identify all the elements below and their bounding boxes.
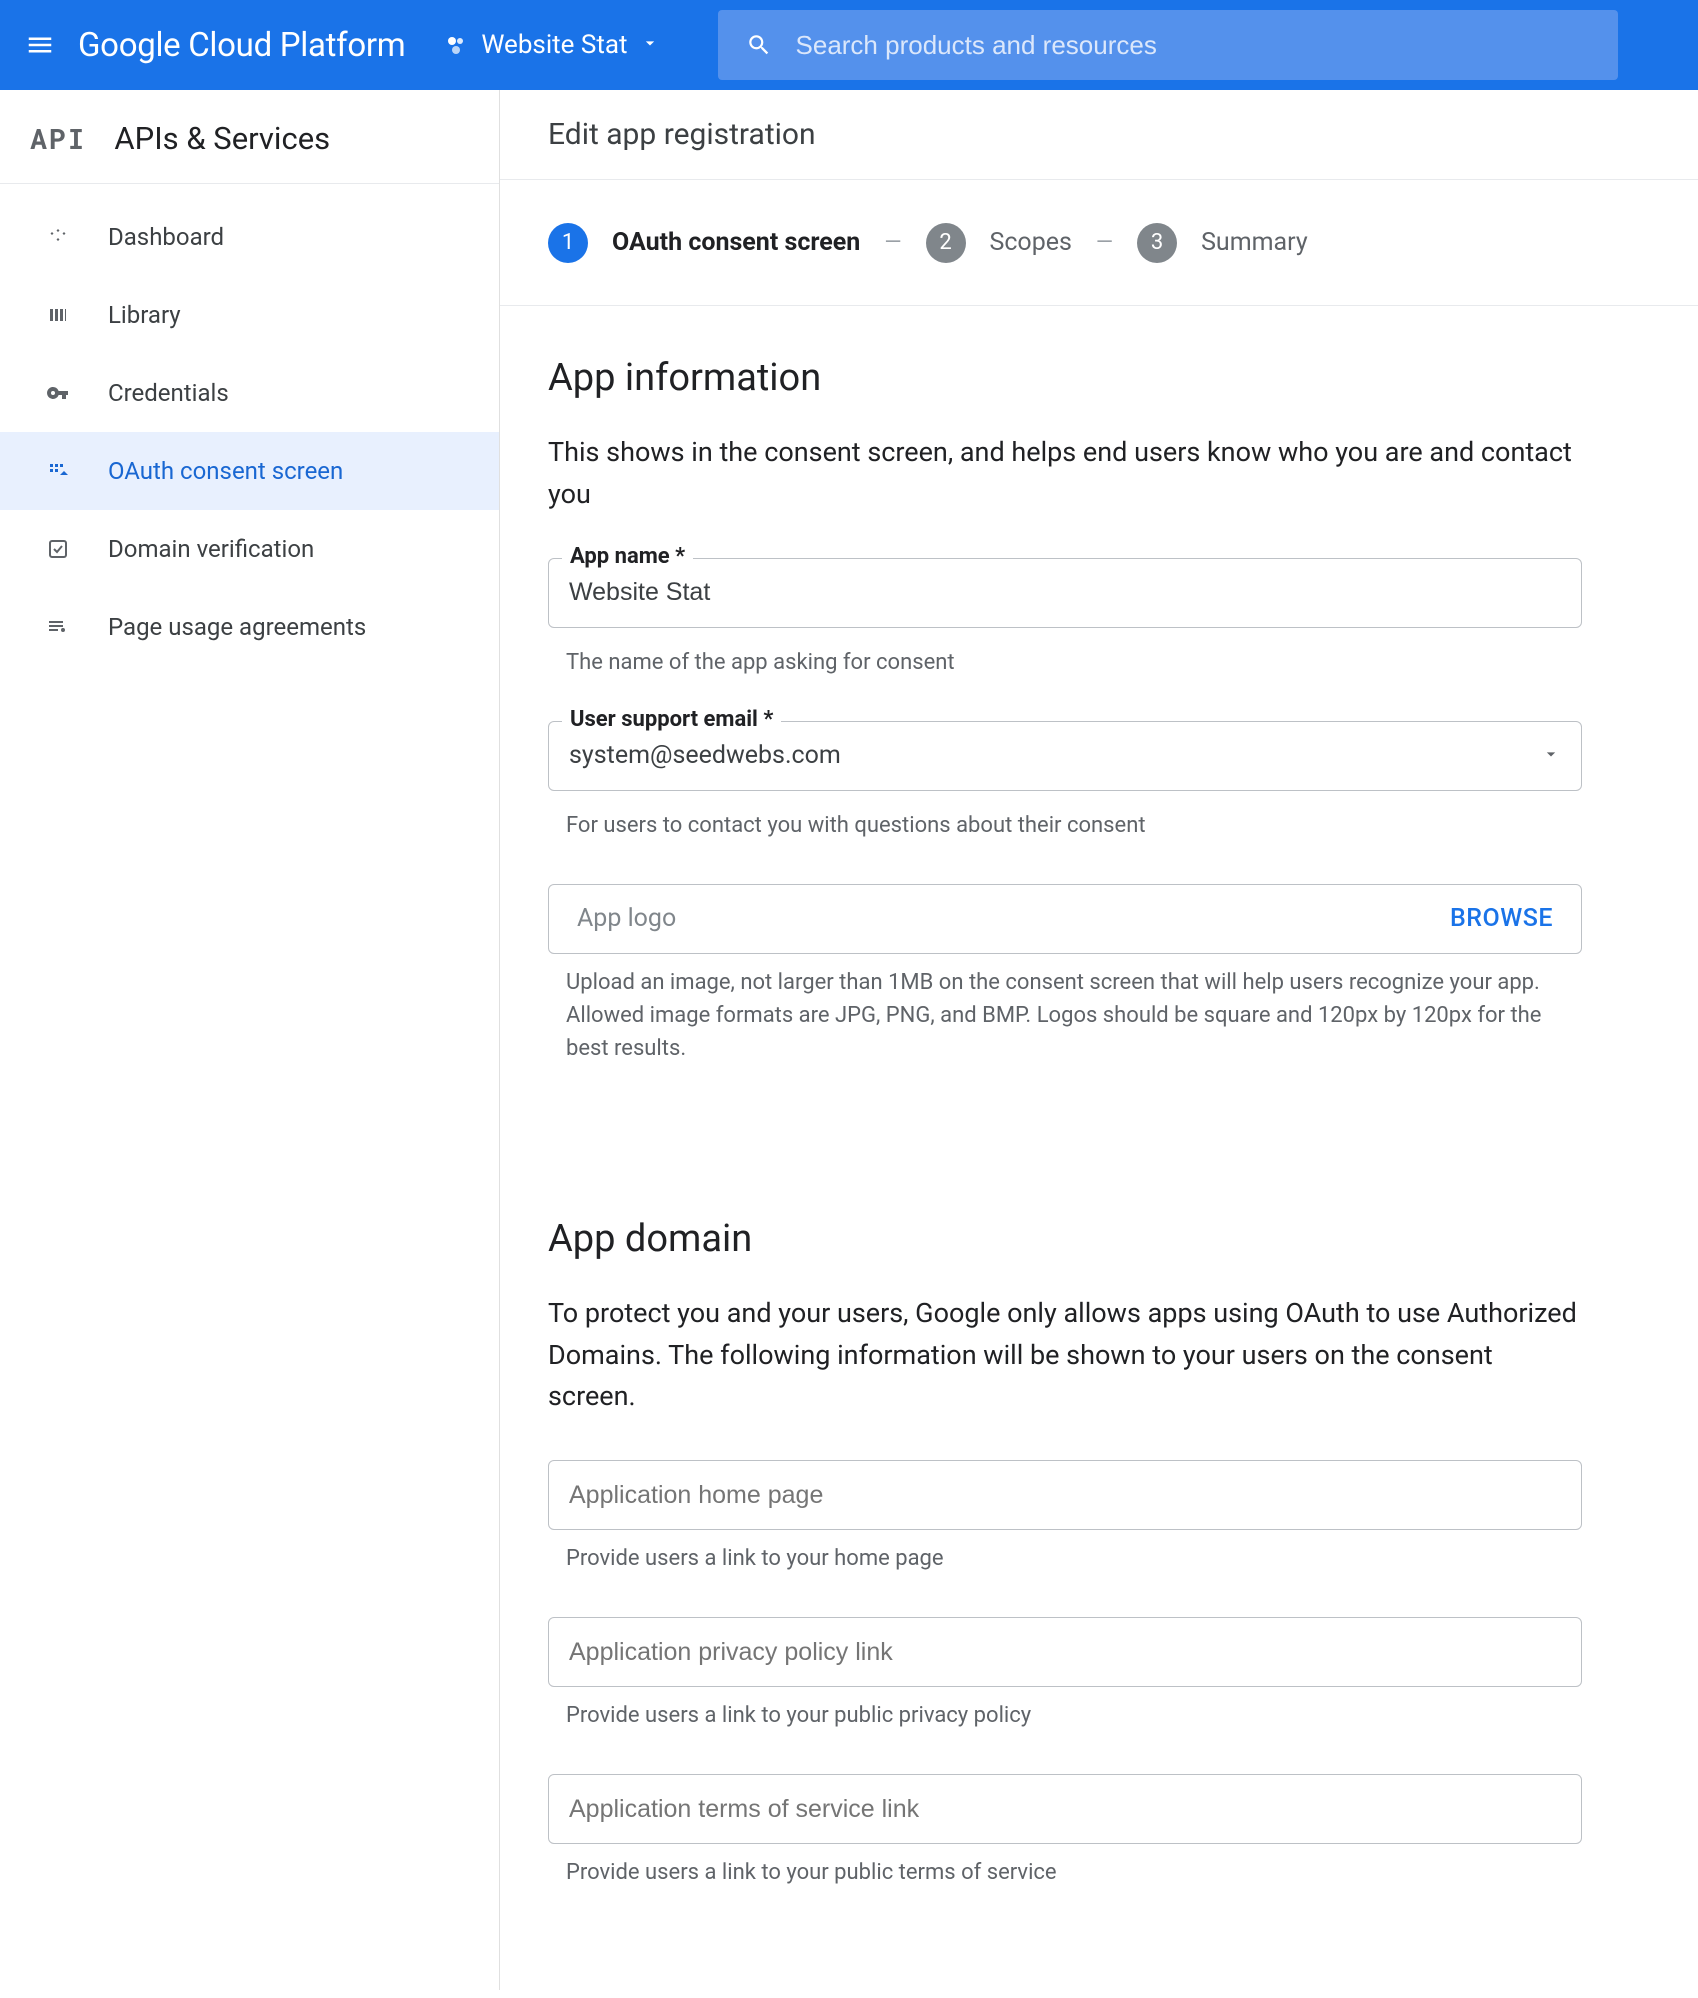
search-input[interactable] — [796, 30, 1590, 61]
dropdown-caret-icon — [640, 33, 660, 57]
sidebar-item-label: Credentials — [108, 379, 229, 407]
step-summary[interactable]: 3 Summary — [1137, 223, 1308, 263]
search-bar[interactable] — [718, 10, 1618, 80]
hamburger-menu-button[interactable] — [20, 25, 60, 65]
field-help: Provide users a link to your public priv… — [566, 1699, 1582, 1732]
step-divider: — — [1096, 230, 1113, 255]
brand-title: Google Cloud Platform — [78, 26, 405, 65]
sidebar-item-oauth-consent[interactable]: OAuth consent screen — [0, 432, 499, 510]
sidebar-item-label: Domain verification — [108, 535, 314, 563]
tos-link-input[interactable] — [569, 1795, 1561, 1824]
step-number: 3 — [1137, 223, 1177, 263]
field-support-email: User support email * system@seedwebs.com — [548, 721, 1582, 791]
field-tos-link — [548, 1774, 1582, 1844]
app-name-input[interactable] — [569, 578, 1561, 607]
sidebar-nav: Dashboard Library Credentials OAuth cons… — [0, 184, 499, 666]
sidebar-item-label: OAuth consent screen — [108, 457, 343, 485]
settings-list-icon — [42, 615, 74, 639]
sidebar-item-label: Page usage agreements — [108, 613, 366, 641]
sidebar: API APIs & Services Dashboard Library Cr… — [0, 90, 500, 1990]
section-heading: App domain — [548, 1217, 1582, 1261]
sidebar-title: APIs & Services — [114, 120, 330, 157]
project-selector[interactable]: Website Stat — [443, 30, 659, 60]
page-title: Edit app registration — [548, 117, 816, 152]
field-app-name: App name * — [548, 558, 1582, 628]
sidebar-item-credentials[interactable]: Credentials — [0, 354, 499, 432]
field-help: Provide users a link to your public term… — [566, 1856, 1582, 1889]
dashboard-icon — [42, 225, 74, 249]
privacy-link-input[interactable] — [569, 1638, 1561, 1667]
step-oauth-consent[interactable]: 1 OAuth consent screen — [548, 223, 860, 263]
section-lead: This shows in the consent screen, and he… — [548, 432, 1582, 516]
key-icon — [42, 381, 74, 405]
global-header: Google Cloud Platform Website Stat — [0, 0, 1698, 90]
api-logo: API — [30, 120, 86, 157]
search-icon — [746, 32, 772, 58]
browse-button[interactable]: BROWSE — [1450, 904, 1553, 933]
field-help: Upload an image, not larger than 1MB on … — [566, 966, 1582, 1065]
field-help: The name of the app asking for consent — [566, 646, 1582, 679]
page-title-bar: Edit app registration — [500, 90, 1698, 180]
menu-icon — [25, 30, 55, 60]
app-logo-placeholder: App logo — [577, 904, 676, 933]
step-divider: — — [884, 230, 901, 255]
sidebar-item-label: Library — [108, 301, 181, 329]
section-lead: To protect you and your users, Google on… — [548, 1293, 1582, 1419]
support-email-value: system@seedwebs.com — [569, 741, 1541, 770]
step-label: Summary — [1201, 228, 1308, 257]
field-home-page — [548, 1460, 1582, 1530]
step-number: 1 — [548, 223, 588, 263]
sidebar-header: API APIs & Services — [0, 94, 499, 184]
step-scopes[interactable]: 2 Scopes — [926, 223, 1072, 263]
section-heading: App information — [548, 356, 1582, 400]
verified-icon — [42, 537, 74, 561]
step-label: Scopes — [990, 228, 1072, 257]
section-app-domain: App domain To protect you and your users… — [548, 1217, 1582, 1890]
field-help: For users to contact you with questions … — [566, 809, 1582, 842]
field-label: User support email * — [562, 707, 781, 732]
home-page-input[interactable] — [569, 1481, 1561, 1510]
field-privacy-link — [548, 1617, 1582, 1687]
library-icon — [42, 303, 74, 327]
step-label: OAuth consent screen — [612, 228, 860, 257]
sidebar-item-dashboard[interactable]: Dashboard — [0, 198, 499, 276]
section-app-information: App information This shows in the consen… — [548, 356, 1582, 1065]
field-app-logo: App logo BROWSE — [548, 884, 1582, 954]
sidebar-item-domain-verification[interactable]: Domain verification — [0, 510, 499, 588]
step-number: 2 — [926, 223, 966, 263]
consent-icon — [42, 459, 74, 483]
field-help: Provide users a link to your home page — [566, 1542, 1582, 1575]
sidebar-item-library[interactable]: Library — [0, 276, 499, 354]
project-name: Website Stat — [481, 30, 627, 60]
sidebar-item-label: Dashboard — [108, 223, 224, 251]
main: Edit app registration 1 OAuth consent sc… — [500, 90, 1698, 1990]
project-icon — [443, 32, 469, 58]
stepper: 1 OAuth consent screen — 2 Scopes — 3 Su… — [500, 180, 1698, 306]
dropdown-caret-icon — [1541, 744, 1561, 768]
sidebar-item-page-usage[interactable]: Page usage agreements — [0, 588, 499, 666]
field-label: App name * — [562, 544, 693, 569]
